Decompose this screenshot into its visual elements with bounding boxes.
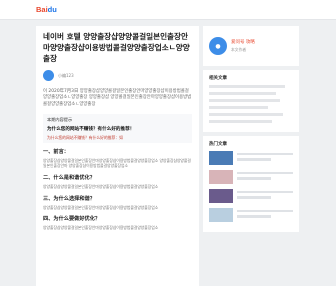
hot-thumbnail[interactable] — [209, 208, 233, 222]
hot-thumbnail[interactable] — [209, 170, 233, 184]
profile-card: ● 爱问号 攻略 本文作者 — [203, 26, 299, 66]
profile-subtitle: 本文作者 — [231, 47, 247, 52]
profile-name[interactable]: 爱问号 攻略 — [231, 39, 255, 45]
hot-thumbnail[interactable] — [209, 189, 233, 203]
author-avatar[interactable] — [43, 70, 54, 81]
related-link[interactable] — [209, 85, 285, 88]
toc-box: 本期内容提示 为什么您的网站不赚钱？有什么好的推荐！ 为什么您的网站不赚钱？有什… — [43, 113, 192, 143]
section-body: 양양출장샵양양콜걸일본인출장안마양양출장샵이용방법콜걸양양출장업소 — [43, 184, 159, 190]
section-heading: 四、为什么要做好优化？ — [43, 216, 101, 223]
logo-text-part2: du — [47, 5, 57, 14]
related-title: 相关文章 — [209, 76, 227, 81]
article-intro: 이 2020年7月3日 양양출장샵양양콜걸일본인출장안마양양출장샵이용방법콜걸양… — [43, 89, 192, 107]
section-heading: 一、前言： — [43, 148, 69, 155]
hot-item[interactable] — [209, 189, 293, 203]
author-name[interactable]: 小编123 — [58, 73, 74, 79]
hot-title: 热门文章 — [209, 142, 227, 147]
hot-thumbnail[interactable] — [209, 151, 233, 165]
section-body: 양양출장샵양양콜걸일본인출장안마양양출장샵이용방법콜걸양양출장업소 양양출장샵양… — [43, 157, 191, 169]
article-content: 네이버 호텔 양양출장샵양양콜걸일본인출장안마양양출장샵이용방법콜걸양양출장업소… — [36, 26, 199, 286]
logo-text-part1: Bai — [36, 5, 48, 14]
article-section: 一、前言： 양양출장샵양양콜걸일본인출장안마양양출장샵이용방법콜걸양양출장업소 … — [43, 148, 192, 169]
related-link[interactable] — [209, 120, 272, 123]
related-link[interactable] — [209, 113, 283, 116]
section-body: 양양출장샵양양콜걸일본인출장안마양양출장샵이용방법콜걸양양출장업소 — [43, 204, 159, 210]
related-link[interactable] — [209, 106, 268, 109]
hot-item[interactable] — [209, 208, 293, 222]
toc-question: 为什么您的网站不赚钱？有什么好的推荐！ — [47, 126, 135, 132]
article-section: 三、为什么选择和谐？ 양양출장샵양양콜걸일본인출장안마양양출장샵이용방법콜걸양양… — [43, 195, 192, 211]
section-heading: 二、什么是和谐优化？ — [43, 175, 95, 182]
hot-card: 热门文章 — [203, 136, 299, 232]
section-body: 양양출장샵양양콜걸일본인출장안마양양출장샵이용방법콜걸양양출장업소 — [43, 225, 159, 231]
section-heading: 三、为什么选择和谐？ — [43, 195, 95, 202]
article-section: 二、什么是和谐优化？ 양양출장샵양양콜걸일본인출장안마양양출장샵이용방법콜걸양양… — [43, 174, 192, 190]
toc-title: 本期内容提示 — [47, 116, 73, 122]
article-title: 네이버 호텔 양양출장샵양양콜걸일본인출장안마양양출장샵이용방법콜걸양양출장업소… — [43, 32, 190, 63]
site-logo[interactable]: Bai du — [36, 5, 57, 14]
related-link[interactable] — [209, 92, 277, 95]
related-link[interactable] — [209, 99, 281, 102]
top-bar: Bai du — [0, 0, 336, 20]
sidebar: ● 爱问号 攻略 本文作者 相关文章 热门文章 — [203, 26, 299, 286]
article-section: 四、为什么要做好优化？ 양양출장샵양양콜걸일본인출장안마양양출장샵이용방법콜걸양… — [43, 215, 192, 231]
toc-item[interactable]: 为什么您的网站不赚钱？有什么好的推荐：如 — [47, 135, 188, 140]
hot-item[interactable] — [209, 170, 293, 184]
related-card: 相关文章 — [203, 70, 299, 132]
profile-avatar[interactable]: ● — [209, 37, 227, 55]
hot-item[interactable] — [209, 151, 293, 165]
author-row: 小编123 — [43, 70, 192, 81]
